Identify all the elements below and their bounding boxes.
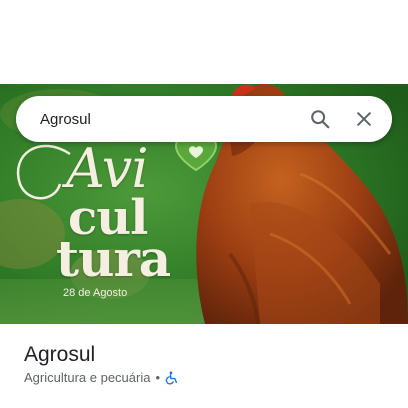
wheelchair-accessible-icon[interactable] (165, 371, 178, 385)
place-subtitle: Agricultura e pecuária • (24, 370, 178, 385)
search-icon (311, 110, 330, 129)
close-icon (357, 112, 371, 126)
place-category: Agricultura e pecuária (24, 370, 151, 385)
search-bar[interactable] (16, 96, 392, 142)
separator-dot: • (155, 370, 161, 385)
clear-search-button[interactable] (344, 99, 384, 139)
place-title[interactable]: Agrosul (24, 343, 95, 367)
search-input[interactable] (40, 107, 300, 131)
search-button[interactable] (300, 99, 340, 139)
place-card: Avi cul tura 28 de Agosto Agrosul Agricu… (0, 0, 408, 408)
